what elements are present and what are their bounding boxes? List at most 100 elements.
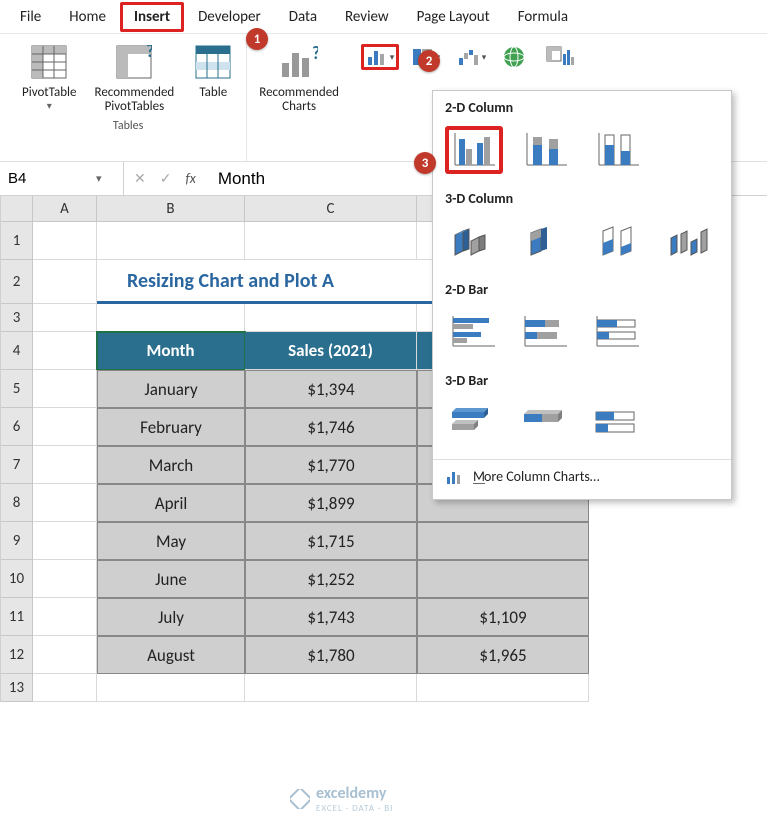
section-2d-bar: 2-D Bar xyxy=(445,281,719,298)
cell[interactable] xyxy=(33,304,97,332)
cell[interactable] xyxy=(245,304,417,332)
row-header-7[interactable]: 7 xyxy=(1,446,33,484)
cell[interactable] xyxy=(33,260,97,304)
cell[interactable] xyxy=(33,370,97,408)
cell[interactable] xyxy=(97,222,245,260)
cell[interactable] xyxy=(97,674,245,702)
select-all-corner[interactable] xyxy=(1,196,33,222)
cell[interactable] xyxy=(417,674,589,702)
table-cell[interactable]: May xyxy=(97,522,245,560)
row-header-3[interactable]: 3 xyxy=(1,304,33,332)
row-header-9[interactable]: 9 xyxy=(1,522,33,560)
tab-review[interactable]: Review xyxy=(331,2,403,32)
stacked-column-2d[interactable] xyxy=(517,126,575,174)
table-cell[interactable]: $1,780 xyxy=(245,636,417,674)
tab-page-layout[interactable]: Page Layout xyxy=(403,2,504,32)
cell[interactable] xyxy=(33,560,97,598)
fx-cancel-icon[interactable]: ✕ xyxy=(134,170,146,187)
row-header-2[interactable]: 2 xyxy=(1,260,33,304)
table-cell[interactable]: $1,965 xyxy=(417,636,589,674)
table-cell[interactable]: April xyxy=(97,484,245,522)
cell[interactable] xyxy=(33,522,97,560)
clustered-bar-2d[interactable] xyxy=(445,308,503,356)
more-column-charts[interactable]: More Column Charts… xyxy=(433,459,731,493)
insert-waterfall-chart-button[interactable]: ▾ xyxy=(453,44,491,70)
table-button[interactable]: Table xyxy=(190,40,236,102)
tab-file[interactable]: File xyxy=(6,2,55,32)
fx-icon[interactable]: fx xyxy=(185,170,195,187)
col-header-a[interactable]: A xyxy=(33,196,97,222)
table-cell[interactable]: $1,746 xyxy=(245,408,417,446)
cell[interactable] xyxy=(33,332,97,370)
column-3d[interactable] xyxy=(661,217,719,265)
recommended-charts-button[interactable]: ? Recommended Charts xyxy=(257,40,341,117)
cell[interactable] xyxy=(33,408,97,446)
row-header-5[interactable]: 5 xyxy=(1,370,33,408)
pivot-table-button[interactable]: PivotTable ▾ xyxy=(20,40,79,113)
cell[interactable] xyxy=(33,598,97,636)
fx-accept-icon[interactable]: ✓ xyxy=(160,170,172,187)
row-header-11[interactable]: 11 xyxy=(1,598,33,636)
table-cell[interactable]: $1,743 xyxy=(245,598,417,636)
row-header-13[interactable]: 13 xyxy=(1,674,33,702)
row-header-4[interactable]: 4 xyxy=(1,332,33,370)
name-box[interactable]: ▾ xyxy=(0,162,124,195)
100-stacked-bar-2d[interactable] xyxy=(589,308,647,356)
100-stacked-column-2d[interactable] xyxy=(589,126,647,174)
table-header-month[interactable]: Month xyxy=(97,332,245,370)
table-cell[interactable]: July xyxy=(97,598,245,636)
cell[interactable] xyxy=(33,484,97,522)
section-2d-column: 2-D Column xyxy=(445,99,719,116)
table-cell[interactable] xyxy=(417,560,589,598)
stacked-bar-3d[interactable] xyxy=(517,399,575,447)
table-cell[interactable]: $1,770 xyxy=(245,446,417,484)
table-cell[interactable]: June xyxy=(97,560,245,598)
row-header-1[interactable]: 1 xyxy=(1,222,33,260)
table-cell[interactable]: March xyxy=(97,446,245,484)
table-cell[interactable]: $1,715 xyxy=(245,522,417,560)
tab-formula[interactable]: Formula xyxy=(504,2,582,32)
table-cell[interactable]: January xyxy=(97,370,245,408)
100-stacked-column-3d[interactable] xyxy=(589,217,647,265)
table-cell[interactable]: August xyxy=(97,636,245,674)
insert-column-chart-button[interactable]: ▾ xyxy=(361,44,399,70)
table-cell[interactable]: $1,252 xyxy=(245,560,417,598)
cell[interactable] xyxy=(245,674,417,702)
table-header-sales[interactable]: Sales (2021) xyxy=(245,332,417,370)
clustered-bar-3d[interactable] xyxy=(445,399,503,447)
table-cell[interactable]: $1,394 xyxy=(245,370,417,408)
100-stacked-bar-3d[interactable] xyxy=(589,399,647,447)
cell[interactable] xyxy=(33,222,97,260)
3d-map-button[interactable] xyxy=(499,44,533,70)
table-cell[interactable]: $1,899 xyxy=(245,484,417,522)
cell[interactable] xyxy=(33,674,97,702)
col-header-b[interactable]: B xyxy=(97,196,245,222)
table-cell[interactable] xyxy=(417,522,589,560)
svg-text:?: ? xyxy=(312,45,318,64)
row-header-6[interactable]: 6 xyxy=(1,408,33,446)
name-box-dropdown-icon[interactable]: ▾ xyxy=(96,172,102,185)
row-header-10[interactable]: 10 xyxy=(1,560,33,598)
tab-home[interactable]: Home xyxy=(55,2,120,32)
cell[interactable] xyxy=(245,222,417,260)
table-cell[interactable]: February xyxy=(97,408,245,446)
row-header-8[interactable]: 8 xyxy=(1,484,33,522)
name-box-input[interactable] xyxy=(6,169,96,188)
clustered-column-2d[interactable] xyxy=(445,126,503,174)
ribbon-tabs: File Home Insert Developer Data Review P… xyxy=(0,0,767,34)
tab-insert[interactable]: Insert xyxy=(120,2,184,32)
cell[interactable] xyxy=(33,446,97,484)
table-cell[interactable]: $1,109 xyxy=(417,598,589,636)
stacked-bar-2d[interactable] xyxy=(517,308,575,356)
insert-pivot-chart-button[interactable] xyxy=(541,44,581,70)
row-header-12[interactable]: 12 xyxy=(1,636,33,674)
clustered-column-3d[interactable] xyxy=(445,217,503,265)
cell[interactable] xyxy=(33,636,97,674)
recommended-pivot-button[interactable]: ? Recommended PivotTables xyxy=(93,40,177,117)
watermark-brand: exceldemy xyxy=(316,784,386,803)
tab-data[interactable]: Data xyxy=(275,2,331,32)
tab-developer[interactable]: Developer xyxy=(184,2,275,32)
col-header-c[interactable]: C xyxy=(245,196,417,222)
cell[interactable] xyxy=(97,304,245,332)
stacked-column-3d[interactable] xyxy=(517,217,575,265)
